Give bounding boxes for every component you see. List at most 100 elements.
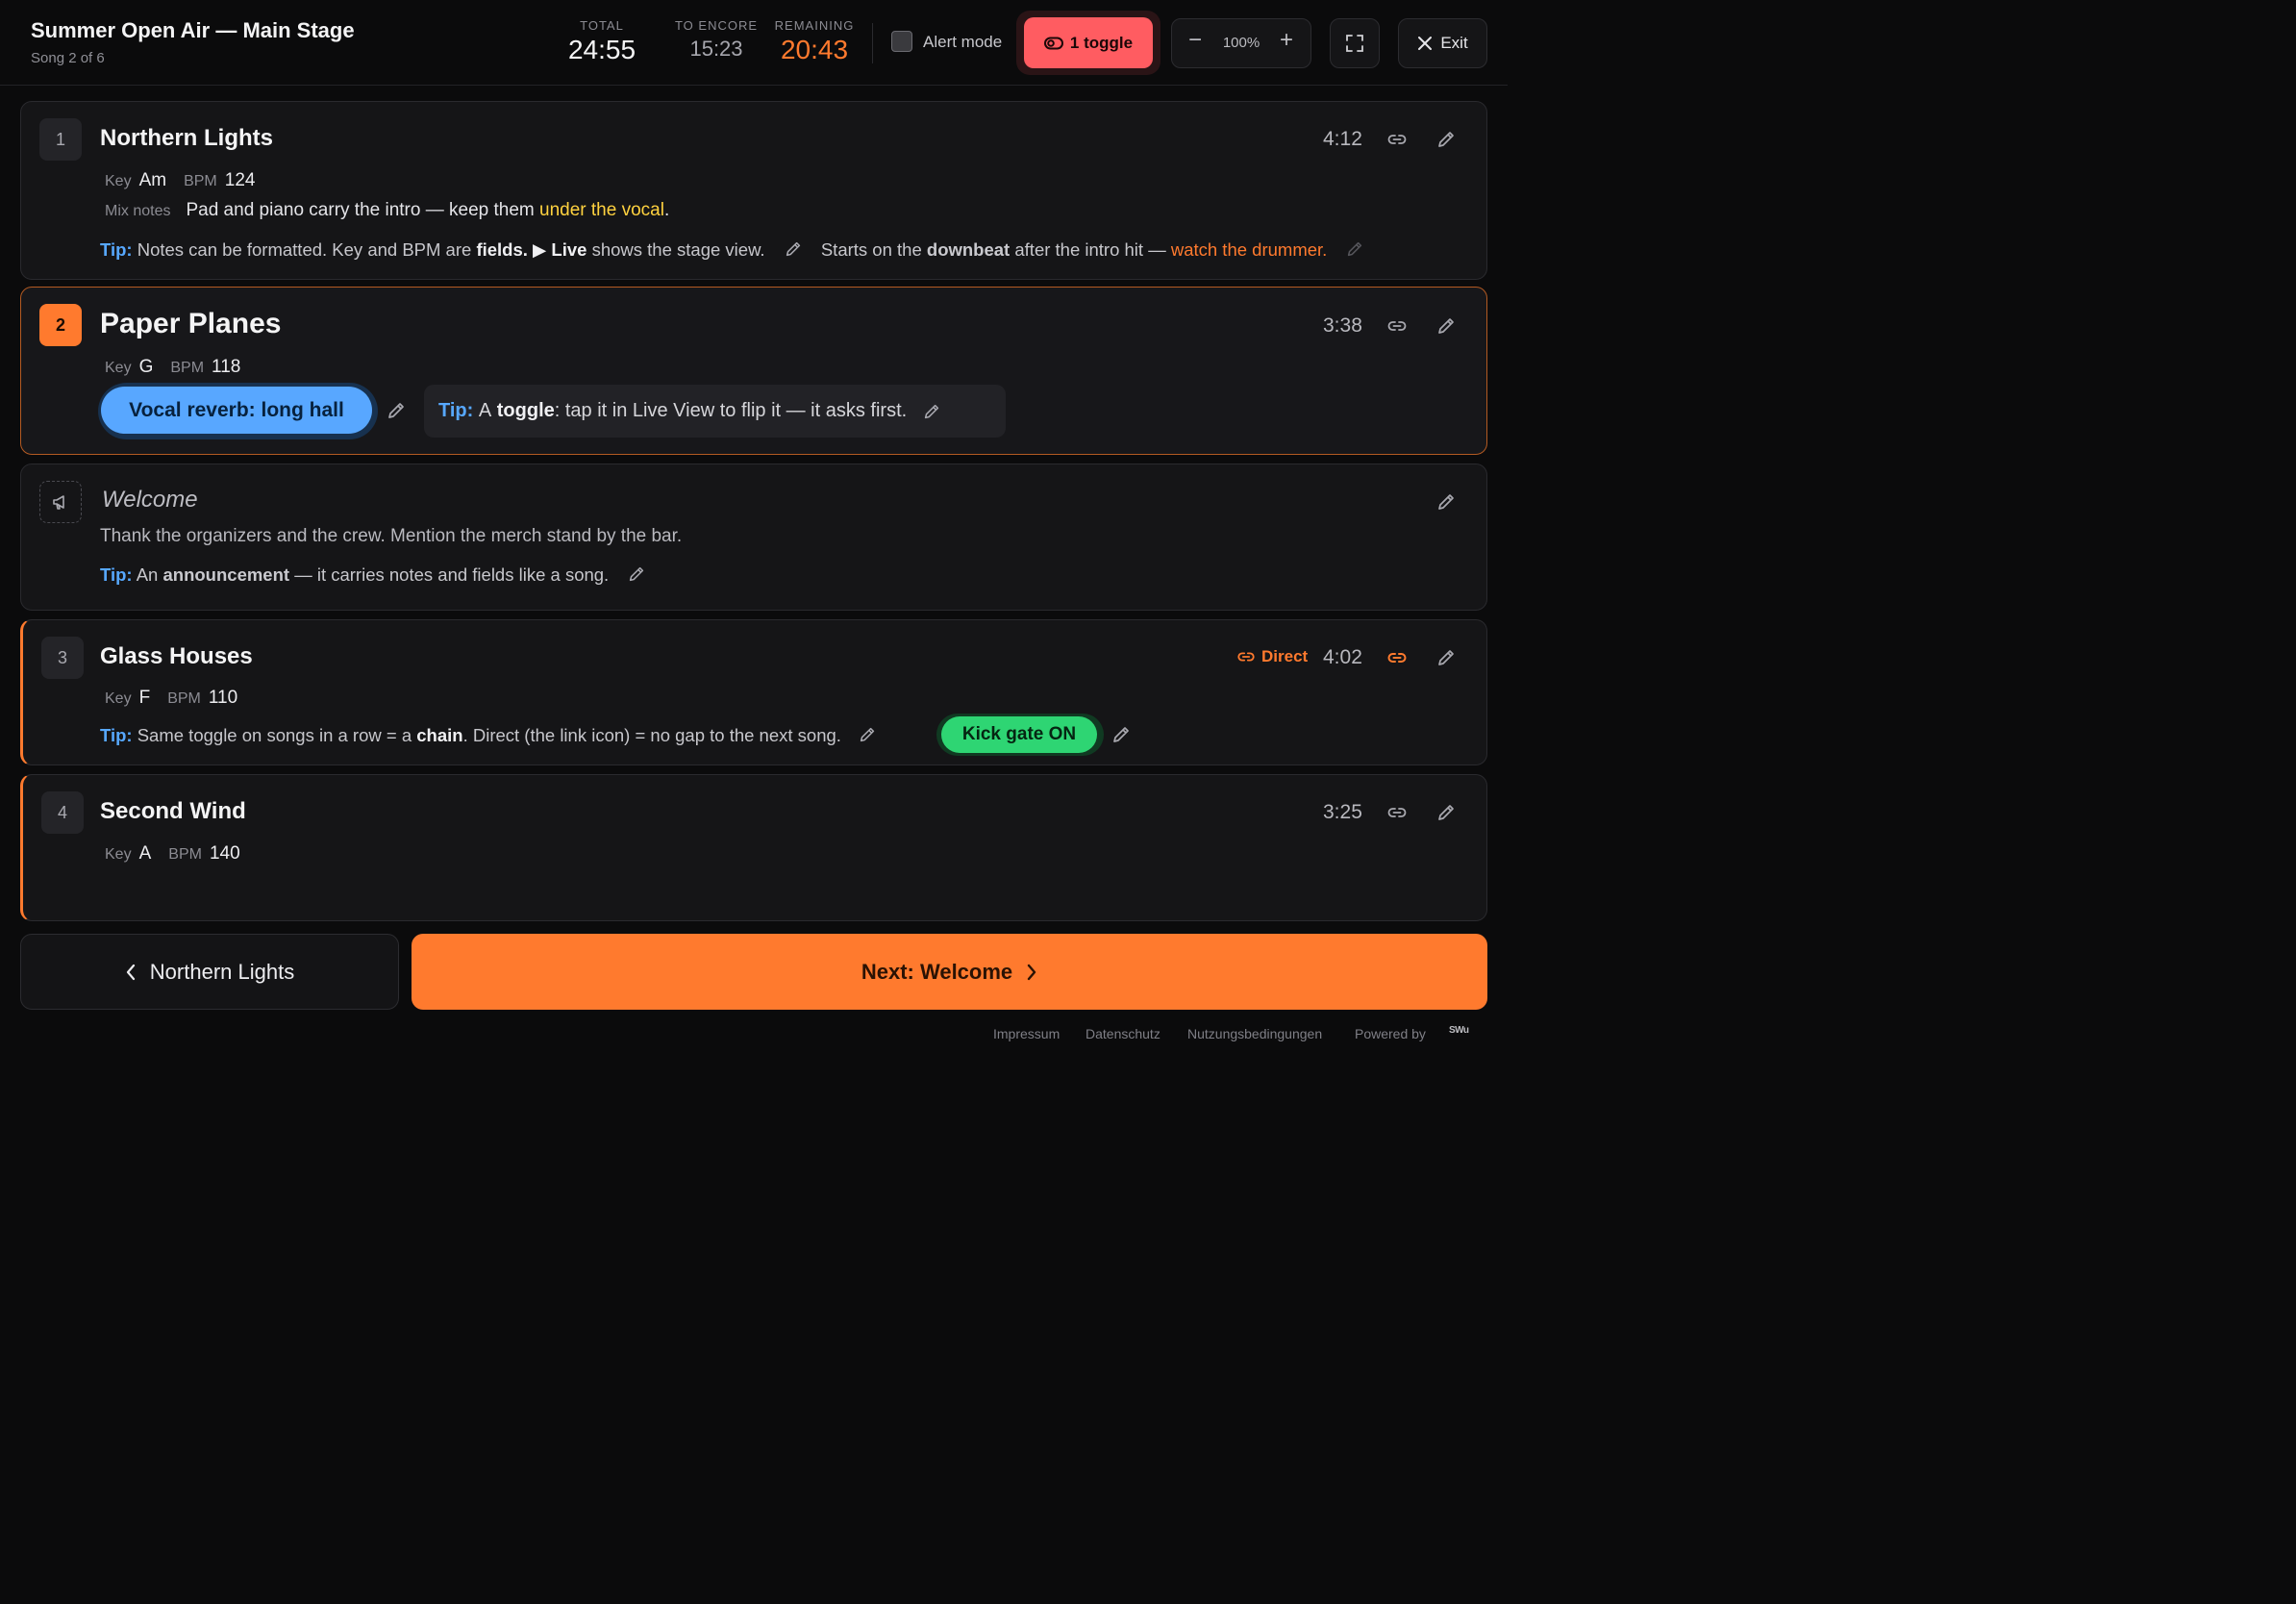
footer-link-impressum[interactable]: Impressum [993, 1026, 1060, 1041]
exit-label: Exit [1440, 34, 1468, 52]
link-icon[interactable] [1386, 129, 1408, 150]
fullscreen-icon [1346, 35, 1363, 52]
song-duration: 3:25 [1323, 801, 1362, 823]
song-title: Glass Houses [100, 643, 253, 669]
direct-indicator: Direct [1236, 647, 1308, 666]
link-icon-active[interactable] [1386, 647, 1408, 668]
toggles-button-label: 1 toggle [1069, 33, 1134, 52]
total-value: 24:55 [567, 35, 636, 64]
edit-pencil-icon[interactable] [1435, 647, 1457, 668]
note-bold-downbeat: downbeat [926, 239, 1011, 260]
zoom-level: 100% [1222, 35, 1260, 51]
key-label: Key [105, 173, 132, 189]
toggle-icon [1043, 37, 1063, 49]
key-value: F [138, 688, 151, 708]
announcement-badge [39, 481, 82, 523]
setlist-title: Summer Open Air — Main Stage [31, 18, 355, 42]
edit-tip-pencil-icon[interactable] [858, 725, 877, 744]
edit-toggle-pencil-icon[interactable] [1111, 724, 1132, 745]
edit-pencil-icon[interactable] [1435, 491, 1457, 513]
tip-label: Tip: [438, 400, 474, 421]
tip-label: Tip: [100, 564, 133, 585]
encore-value: 15:23 [689, 37, 743, 61]
link-icon[interactable] [1386, 802, 1408, 823]
edit-pencil-icon[interactable] [1435, 129, 1457, 150]
tip-text-end: : tap it in Live View to flip it — it as… [554, 400, 908, 421]
song-number: 4 [41, 791, 84, 834]
tip-bold-fields: fields [476, 239, 523, 260]
announcement-tip: Tip: An announcement — it carries notes … [100, 564, 646, 586]
bpm-label: BPM [170, 360, 205, 376]
brand-logo[interactable]: SWu [1449, 1025, 1469, 1036]
zoom-in-button[interactable]: + [1276, 27, 1297, 54]
alert-mode-label[interactable]: Alert mode [923, 33, 1002, 52]
key-label: Key [105, 690, 132, 707]
song-number: 1 [39, 118, 82, 161]
note-text: Starts on the [820, 239, 922, 260]
direct-link-icon [1237, 652, 1255, 662]
remaining-time: REMAINING 20:43 [767, 18, 861, 65]
total-label: TOTAL [580, 18, 624, 33]
edit-toggle-pencil-icon[interactable] [386, 400, 407, 421]
previous-song-label: Northern Lights [149, 959, 295, 984]
song-card-second-wind[interactable]: 4 Second Wind 3:25 Key A BPM 140 [20, 774, 1487, 921]
song-number-active: 2 [39, 304, 82, 346]
song-card-northern-lights[interactable]: 1 Northern Lights 4:12 Key Am BPM 124 Mix n… [20, 101, 1487, 280]
zoom-out-button[interactable]: − [1185, 27, 1206, 54]
key-label: Key [105, 360, 132, 376]
bpm-value: 140 [209, 843, 240, 864]
footer-link-terms[interactable]: Nutzungsbedingungen [1187, 1026, 1322, 1041]
song-title: Northern Lights [100, 125, 273, 151]
key-value: A [138, 843, 152, 864]
alert-mode-checkbox[interactable] [891, 31, 912, 52]
mix-notes-label: Mix notes [105, 203, 171, 219]
link-icon[interactable] [1386, 315, 1408, 337]
toggle-pill-vocal-reverb[interactable]: Vocal reverb: long hall [101, 387, 372, 434]
announcement-card-welcome[interactable]: Welcome Thank the organizers and the cre… [20, 464, 1487, 611]
exit-button[interactable]: Exit [1398, 18, 1487, 68]
song-fields: Key F BPM 110 [105, 688, 255, 709]
direct-label: Direct [1261, 647, 1309, 665]
tip-label: Tip: [100, 725, 133, 745]
song-number: 3 [41, 637, 84, 679]
song-notes-row: Tip: Notes can be formatted. Key and BPM… [100, 239, 1364, 261]
mix-notes-end: . [663, 200, 670, 220]
remaining-label: REMAINING [774, 18, 855, 33]
edit-tip-pencil-icon[interactable] [922, 402, 941, 421]
song-duration: 4:12 [1323, 128, 1362, 150]
edit-pencil-icon[interactable] [1435, 802, 1457, 823]
total-time: TOTAL 24:55 [563, 18, 640, 65]
tip-text-end: . Direct (the link icon) = no gap to the… [462, 725, 841, 745]
chevron-right-icon [1027, 964, 1036, 980]
edit-note-pencil-icon[interactable] [784, 239, 803, 259]
song-duration: 3:38 [1323, 314, 1362, 337]
mix-notes-highlight: under the vocal [539, 200, 664, 220]
footer-link-datenschutz[interactable]: Datenschutz [1086, 1026, 1160, 1041]
remaining-value: 20:43 [780, 35, 849, 64]
bpm-value: 124 [224, 170, 256, 190]
bpm-label: BPM [167, 690, 201, 707]
tip-bold-chain: chain [416, 725, 463, 745]
header-divider [872, 23, 873, 63]
tip-bold-live: Live [551, 239, 587, 260]
song-card-glass-houses[interactable]: 3 Glass Houses Direct 4:02 Key F BPM 110 Ti… [20, 619, 1487, 765]
bpm-label: BPM [184, 173, 217, 189]
encore-label: TO ENCORE [674, 18, 759, 33]
song-card-paper-planes[interactable]: 2 Paper Planes 3:38 Key G BPM 118 Vocal rev… [20, 287, 1487, 455]
bpm-value: 110 [208, 688, 238, 708]
tip-play-glyph: . ▶ [522, 239, 547, 260]
edit-pencil-icon[interactable] [1435, 315, 1457, 337]
top-bar: Summer Open Air — Main Stage Song 2 of 6… [0, 0, 1508, 86]
next-item-button[interactable]: Next: Welcome [412, 934, 1487, 1010]
previous-song-button[interactable]: Northern Lights [20, 934, 399, 1010]
fullscreen-button[interactable] [1330, 18, 1380, 68]
toggle-pill-kick-gate[interactable]: Kick gate ON [941, 716, 1097, 753]
song-title: Second Wind [100, 798, 246, 824]
tip-text: An [136, 564, 159, 585]
toggles-button[interactable]: 1 toggle [1024, 17, 1153, 68]
close-icon [1418, 37, 1433, 50]
edit-note-pencil-icon[interactable] [1345, 239, 1364, 259]
key-value: G [138, 357, 154, 377]
edit-tip-pencil-icon[interactable] [627, 564, 646, 584]
mix-notes-text: Pad and piano carry the intro — keep the… [186, 200, 535, 220]
